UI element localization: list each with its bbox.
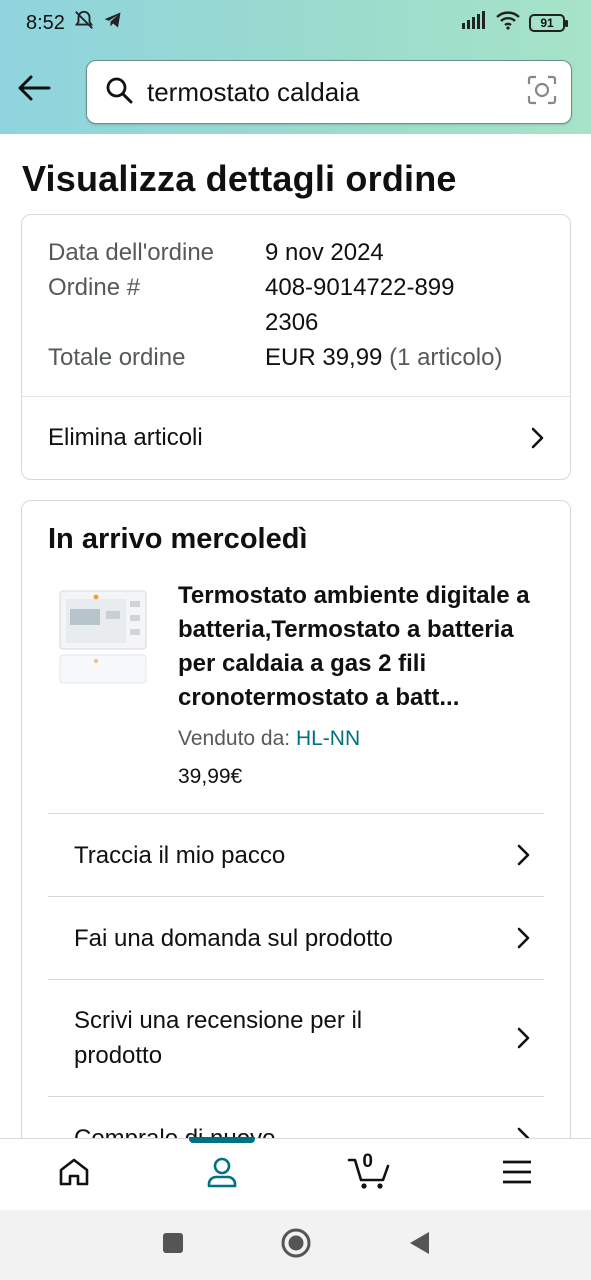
write-review-label: Scrivi una recensione per il prodotto bbox=[74, 1007, 363, 1069]
home-system-button[interactable] bbox=[280, 1227, 312, 1264]
back-system-button[interactable] bbox=[407, 1230, 431, 1261]
chevron-right-icon bbox=[512, 843, 536, 867]
bottom-nav: 0 bbox=[0, 1137, 591, 1210]
product-price: 39,99€ bbox=[178, 765, 243, 788]
camera-lens-icon[interactable] bbox=[527, 75, 557, 110]
nav-cart[interactable]: 0 bbox=[296, 1139, 444, 1210]
back-button[interactable] bbox=[2, 58, 66, 122]
order-date-value: 9 nov 2024 bbox=[265, 239, 384, 266]
order-total-amount: EUR 39,99 bbox=[265, 344, 383, 371]
product-image[interactable] bbox=[58, 589, 148, 685]
signal-icon bbox=[461, 11, 487, 35]
chevron-right-icon bbox=[512, 1026, 536, 1050]
search-query: termostato caldaia bbox=[147, 76, 360, 107]
battery-indicator: 91 bbox=[529, 14, 568, 32]
order-summary-card: Data dell'ordine 9 nov 2024 Ordine # 408… bbox=[21, 214, 571, 480]
seller-link[interactable]: HL-NN bbox=[296, 727, 360, 750]
track-package-button[interactable]: Traccia il mio pacco bbox=[48, 813, 544, 896]
recent-apps-button[interactable] bbox=[161, 1231, 185, 1260]
ask-question-label: Fai una domanda sul prodotto bbox=[74, 924, 393, 952]
muted-bell-icon bbox=[73, 9, 95, 37]
order-number-row: Ordine # 408-9014722-8992306 bbox=[48, 270, 545, 340]
system-nav-bar bbox=[0, 1210, 591, 1280]
account-icon bbox=[206, 1156, 238, 1193]
order-number-label: Ordine # bbox=[48, 274, 141, 301]
status-time: 8:52 bbox=[26, 11, 65, 34]
delivery-status-title: In arrivo mercoledì bbox=[48, 523, 308, 555]
order-info: Data dell'ordine 9 nov 2024 Ordine # 408… bbox=[48, 235, 545, 375]
write-review-button[interactable]: Scrivi una recensione per il prodotto bbox=[48, 979, 544, 1096]
search-header: termostato caldaia bbox=[0, 46, 591, 134]
nav-menu[interactable] bbox=[443, 1139, 591, 1210]
seller-label: Venduto da: bbox=[178, 727, 291, 750]
buy-again-button[interactable]: Compralo di nuovo bbox=[48, 1096, 544, 1138]
home-icon bbox=[58, 1157, 90, 1192]
page-title: Visualizza dettagli ordine bbox=[22, 158, 457, 199]
shipment-card: In arrivo mercoledì Termostato ambiente … bbox=[21, 500, 571, 1138]
wifi-icon bbox=[495, 10, 521, 36]
order-total-label: Totale ordine bbox=[48, 344, 186, 371]
nav-home[interactable] bbox=[0, 1139, 148, 1210]
chevron-right-icon bbox=[512, 926, 536, 950]
main-content: Visualizza dettagli ordine Data dell'ord… bbox=[0, 134, 591, 1138]
buy-again-label: Compralo di nuovo bbox=[74, 1124, 276, 1139]
order-date-row: Data dell'ordine 9 nov 2024 bbox=[48, 235, 545, 270]
shipment-actions: Traccia il mio pacco Fai una domanda sul… bbox=[48, 813, 544, 1138]
search-input[interactable]: termostato caldaia bbox=[86, 60, 572, 124]
track-package-label: Traccia il mio pacco bbox=[74, 841, 286, 869]
order-total-row: Totale ordine EUR 39,99 (1 articolo) bbox=[48, 340, 545, 375]
seller-info: Venduto da: HL-NN bbox=[178, 727, 360, 751]
status-bar: 8:52 91 bbox=[0, 0, 591, 46]
remove-items-label: Elimina articoli bbox=[48, 424, 203, 451]
order-number-value: 408-9014722-8992306 bbox=[265, 274, 455, 336]
chevron-right-icon bbox=[512, 1126, 536, 1138]
cart-count: 0 bbox=[362, 1151, 373, 1172]
chevron-right-icon bbox=[526, 426, 550, 450]
menu-icon bbox=[501, 1159, 533, 1190]
ask-question-button[interactable]: Fai una domanda sul prodotto bbox=[48, 896, 544, 979]
back-arrow-icon bbox=[17, 74, 51, 107]
search-icon bbox=[105, 76, 133, 109]
order-total-items: (1 articolo) bbox=[389, 344, 503, 371]
telegram-icon bbox=[103, 10, 123, 36]
remove-items-row[interactable]: Elimina articoli bbox=[48, 397, 550, 479]
order-total-value: EUR 39,99 (1 articolo) bbox=[265, 340, 545, 375]
nav-account[interactable] bbox=[148, 1137, 296, 1210]
order-date-label: Data dell'ordine bbox=[48, 239, 215, 266]
product-title[interactable]: Termostato ambiente digitale a batteria,… bbox=[178, 579, 556, 715]
